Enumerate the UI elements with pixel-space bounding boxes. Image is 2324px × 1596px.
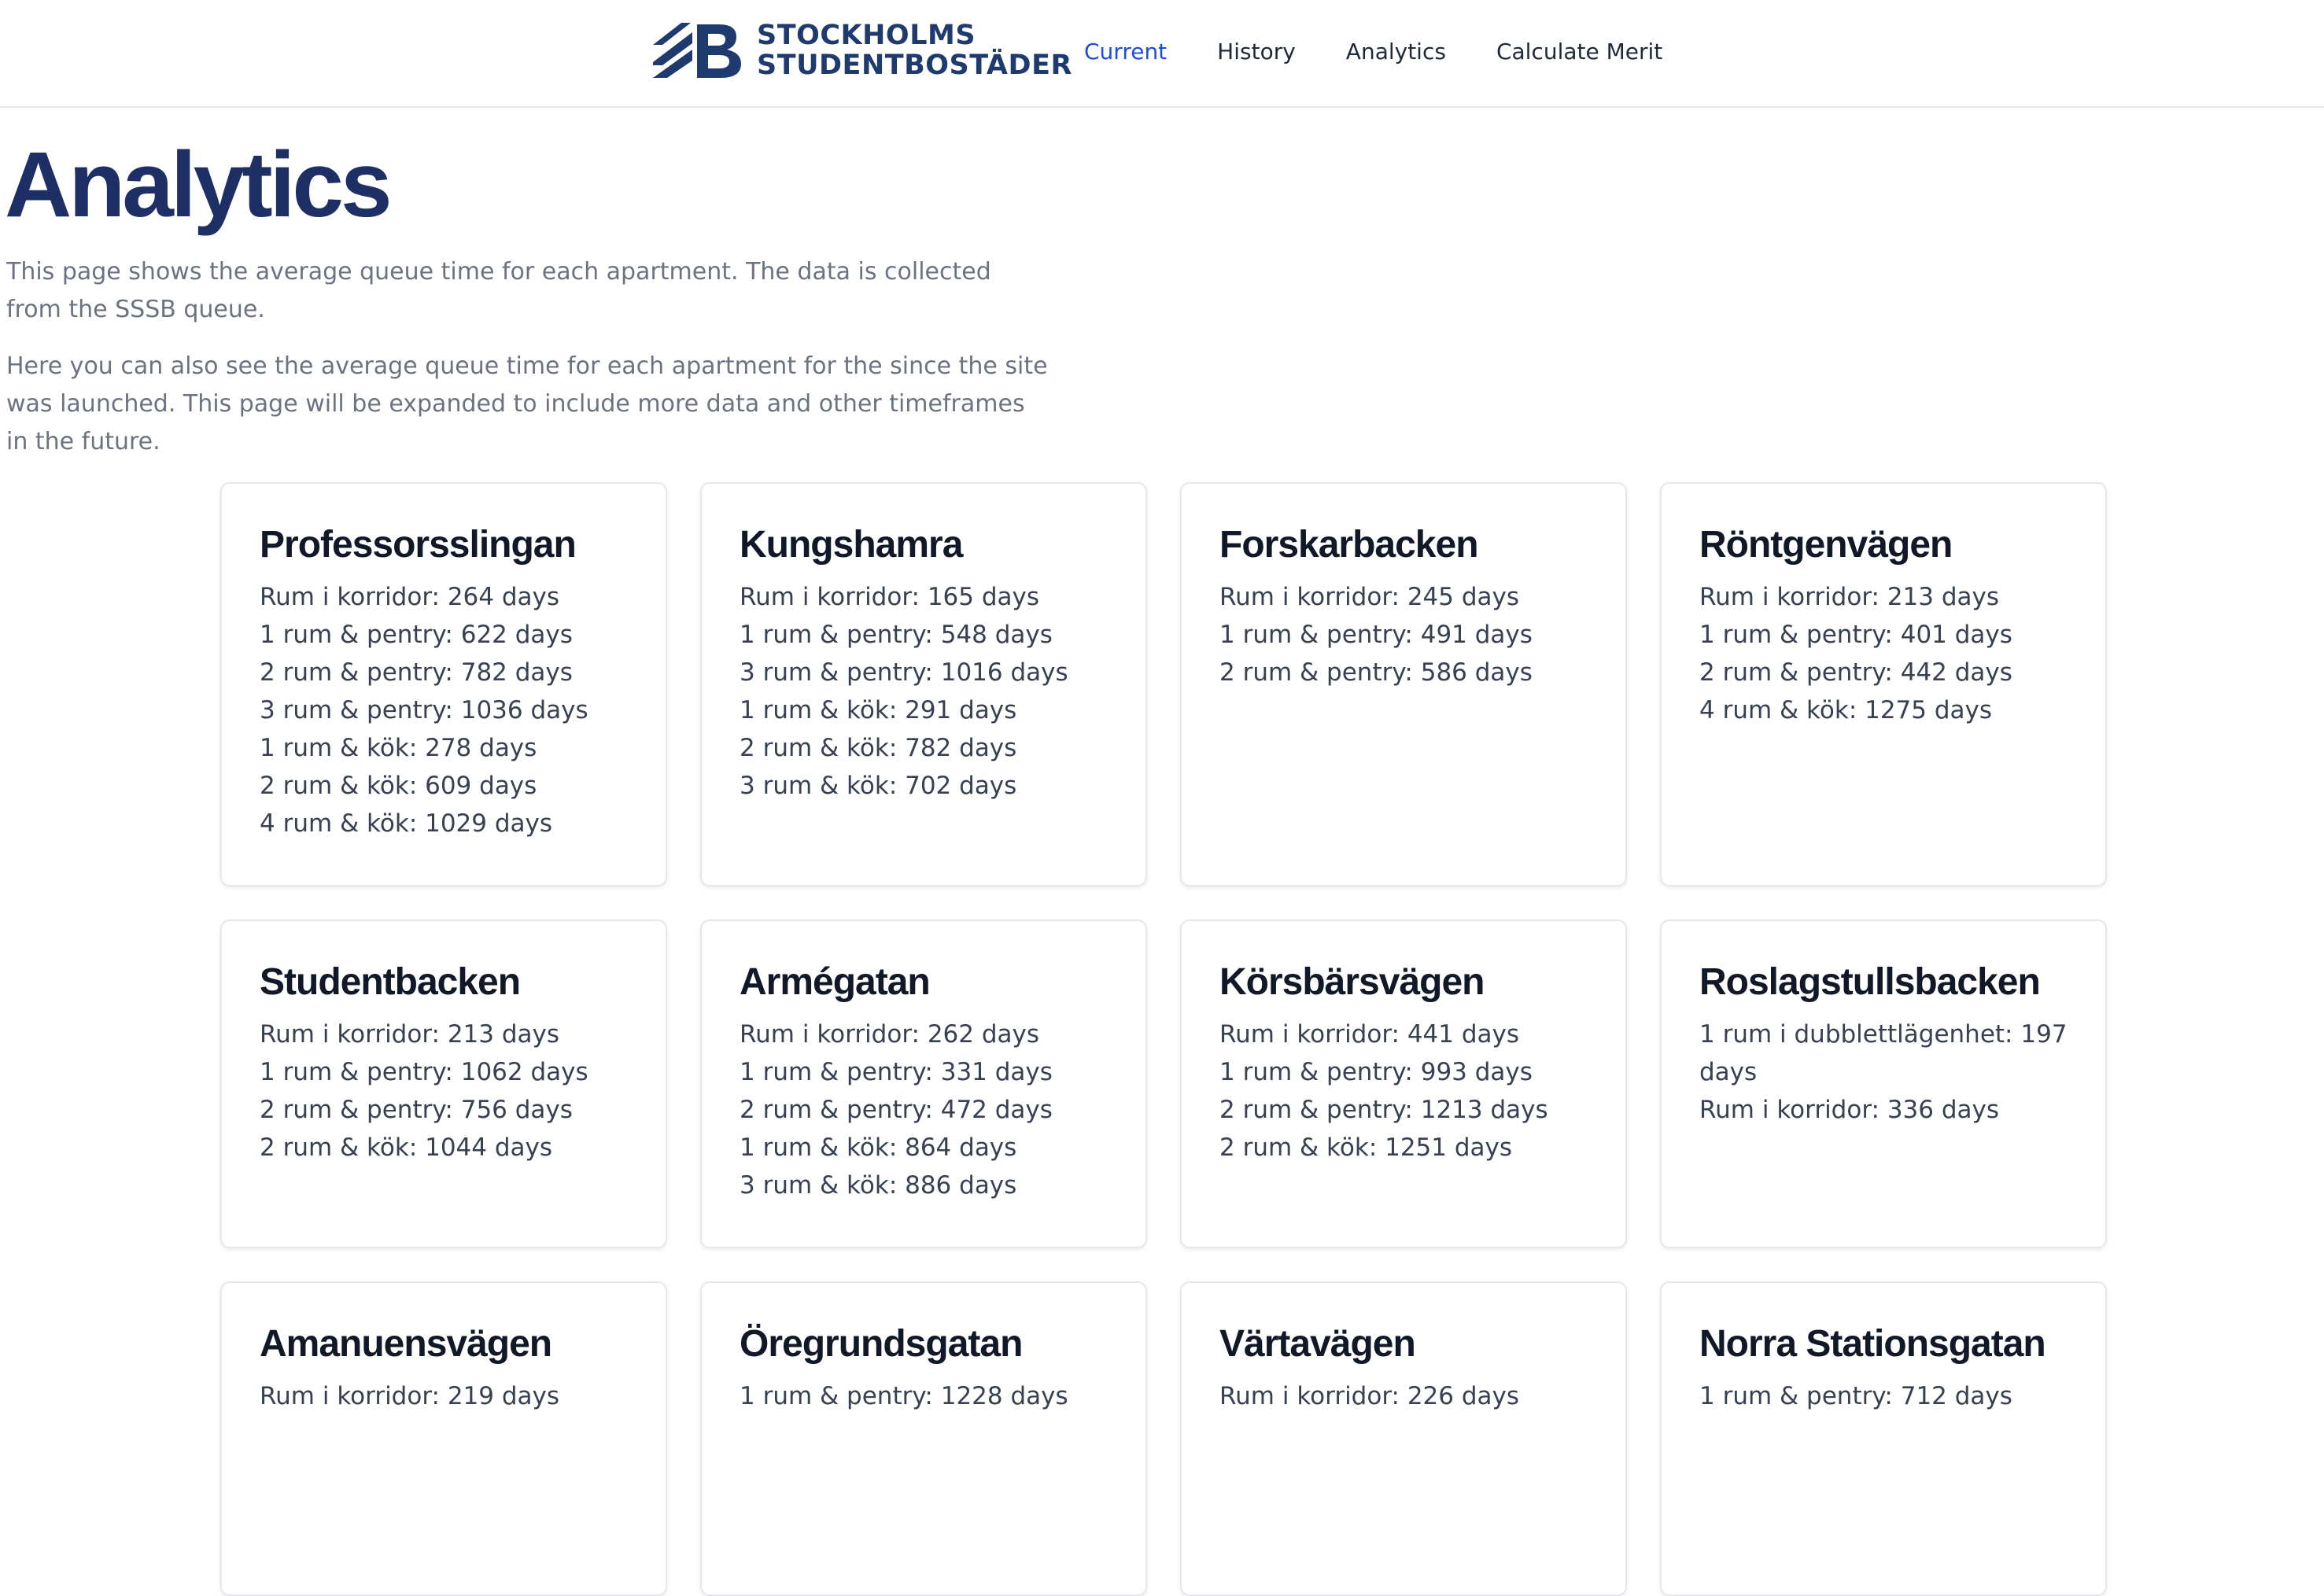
- queue-time-line: Rum i korridor: 219 days: [260, 1382, 560, 1410]
- intro-paragraph-2: Here you can also see the average queue …: [6, 352, 1048, 455]
- queue-time-line: 1 rum & pentry: 622 days: [260, 621, 573, 649]
- queue-time-line: Rum i korridor: 226 days: [1219, 1382, 1520, 1410]
- queue-time-line: 2 rum & pentry: 442 days: [1699, 658, 2012, 687]
- area-name: Körsbärsvägen: [1219, 961, 1485, 1003]
- page-title: Analytics: [5, 133, 393, 237]
- queue-time-line: Rum i korridor: 213 days: [1699, 583, 2000, 611]
- queue-time-line: 2 rum & pentry: 586 days: [1219, 658, 1533, 687]
- area-name: Kungshamra: [740, 524, 963, 566]
- area-card: Körsbärsvägen Rum i korridor: 441 days 1 r…: [1180, 920, 1627, 1248]
- area-name: Armégatan: [740, 961, 931, 1003]
- queue-time-line: 1 rum & kök: 864 days: [740, 1133, 1017, 1162]
- queue-time-line: 3 rum & kök: 886 days: [740, 1171, 1017, 1200]
- queue-time-line: 1 rum & pentry: 993 days: [1219, 1058, 1533, 1086]
- area-name: Värtavägen: [1219, 1323, 1416, 1365]
- queue-time-line: 1 rum & pentry: 491 days: [1219, 621, 1533, 649]
- nav-analytics[interactable]: Analytics: [1346, 38, 1446, 66]
- area-card: Amanuensvägen Rum i korridor: 219 days: [220, 1281, 667, 1596]
- logo-wordmark: STOCKHOLMS STUDENTBOSTÄDER: [757, 20, 1072, 80]
- area-name: Forskarbacken: [1219, 524, 1479, 566]
- main-nav: Current History Analytics Calculate Meri…: [1084, 38, 1713, 66]
- queue-time-line: 2 rum & kök: 782 days: [740, 734, 1017, 762]
- queue-time-line: 1 rum & pentry: 548 days: [740, 621, 1053, 649]
- top-navbar: STOCKHOLMS STUDENTBOSTÄDER Current Histo…: [0, 0, 2324, 108]
- queue-time-line: 2 rum & kök: 1044 days: [260, 1133, 553, 1162]
- area-card: Studentbacken Rum i korridor: 213 days 1 r…: [220, 920, 667, 1248]
- queue-time-line: Rum i korridor: 165 days: [740, 583, 1040, 611]
- queue-time-line: 2 rum & pentry: 1213 days: [1219, 1096, 1548, 1124]
- area-name: Norra Stationsgatan: [1699, 1323, 2046, 1365]
- queue-time-line: 1 rum & pentry: 712 days: [1699, 1382, 2012, 1410]
- queue-time-line: 2 rum & pentry: 472 days: [740, 1096, 1053, 1124]
- queue-time-line: Rum i korridor: 262 days: [740, 1020, 1040, 1049]
- queue-time-line: 1 rum & pentry: 331 days: [740, 1058, 1053, 1086]
- queue-time-line: Rum i korridor: 264 days: [260, 583, 560, 611]
- nav-history[interactable]: History: [1217, 38, 1296, 66]
- logo-line-2: STUDENTBOSTÄDER: [757, 50, 1072, 81]
- area-card: Värtavägen Rum i korridor: 226 days: [1180, 1281, 1627, 1596]
- queue-time-line: 2 rum & kök: 609 days: [260, 772, 537, 800]
- queue-time-line: 1 rum & pentry: 1228 days: [740, 1382, 1068, 1410]
- queue-time-line: 2 rum & pentry: 756 days: [260, 1096, 573, 1124]
- area-card: Professorsslingan Rum i korridor: 264 day…: [220, 482, 667, 886]
- queue-time-line: 4 rum & kök: 1275 days: [1699, 696, 1993, 724]
- queue-time-line: 3 rum & kök: 702 days: [740, 772, 1017, 800]
- area-name: Röntgenvägen: [1699, 524, 1953, 566]
- intro-paragraph-1: This page shows the average queue time f…: [6, 258, 991, 323]
- queue-time-line: 3 rum & pentry: 1036 days: [260, 696, 588, 724]
- nav-calculate-merit[interactable]: Calculate Merit: [1496, 38, 1662, 66]
- area-card: Röntgenvägen Rum i korridor: 213 days 1 ru…: [1660, 482, 2107, 886]
- queue-time-line: 4 rum & kök: 1029 days: [260, 809, 553, 838]
- area-card: Armégatan Rum i korridor: 262 days 1 rum &…: [700, 920, 1147, 1248]
- sssb-logo-icon: [653, 23, 741, 78]
- area-name: Öregrundsgatan: [740, 1323, 1023, 1365]
- queue-time-line: 3 rum & pentry: 1016 days: [740, 658, 1068, 687]
- logo-line-1: STOCKHOLMS: [757, 20, 976, 51]
- area-name: Studentbacken: [260, 961, 521, 1003]
- area-card: Kungshamra Rum i korridor: 165 days 1 rum …: [700, 482, 1147, 886]
- area-name: Amanuensvägen: [260, 1323, 552, 1365]
- area-card: Öregrundsgatan 1 rum & pentry: 1228 days: [700, 1281, 1147, 1596]
- area-name: Roslagstullsbacken: [1699, 961, 2041, 1003]
- area-card: Forskarbacken Rum i korridor: 245 days 1 r…: [1180, 482, 1627, 886]
- area-card: Roslagstullsbacken 1 rum i dubblettlägenh…: [1660, 920, 2107, 1248]
- area-name: Professorsslingan: [260, 524, 577, 566]
- queue-time-line: Rum i korridor: 213 days: [260, 1020, 560, 1049]
- nav-current[interactable]: Current: [1084, 38, 1167, 66]
- queue-time-line: 1 rum & kök: 291 days: [740, 696, 1017, 724]
- queue-time-line: 1 rum & kök: 278 days: [260, 734, 537, 762]
- apartment-cards-grid: Professorsslingan Rum i korridor: 264 day…: [220, 482, 2108, 1596]
- queue-time-line: 2 rum & pentry: 782 days: [260, 658, 573, 687]
- queue-time-line: Rum i korridor: 441 days: [1219, 1020, 1520, 1049]
- queue-time-line: 1 rum & pentry: 401 days: [1699, 621, 2012, 649]
- queue-time-line: 1 rum i dubblettlägenhet: 197 days: [1699, 1020, 2068, 1086]
- queue-time-line: 1 rum & pentry: 1062 days: [260, 1058, 588, 1086]
- sssb-logo-link[interactable]: STOCKHOLMS STUDENTBOSTÄDER: [651, 19, 1072, 82]
- queue-time-line: Rum i korridor: 245 days: [1219, 583, 1520, 611]
- queue-time-line: 2 rum & kök: 1251 days: [1219, 1133, 1513, 1162]
- area-card: Norra Stationsgatan 1 rum & pentry: 712 d…: [1660, 1281, 2107, 1596]
- queue-time-line: Rum i korridor: 336 days: [1699, 1096, 2000, 1124]
